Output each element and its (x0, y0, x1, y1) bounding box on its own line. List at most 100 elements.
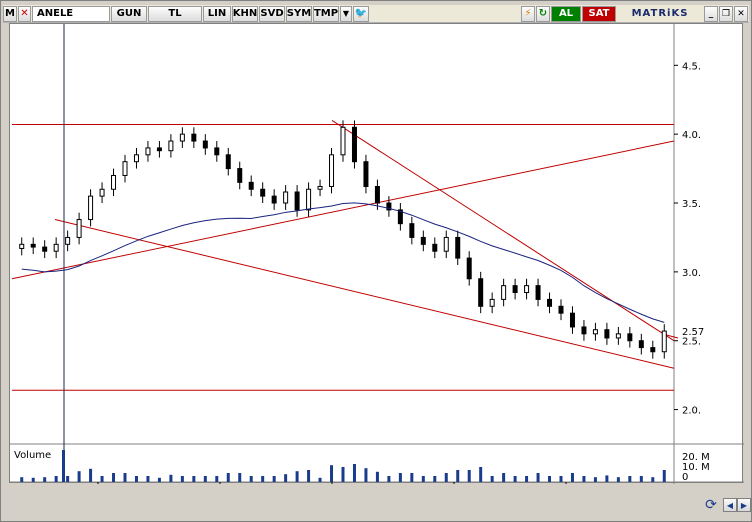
candle-body (489, 298, 495, 307)
volume-bar (284, 474, 288, 482)
scale-button[interactable]: LIN (203, 5, 231, 22)
khn-button[interactable]: KHN (232, 5, 258, 22)
template-dropdown-button[interactable]: ▼ (340, 5, 352, 22)
svd-button[interactable]: SVD (259, 5, 285, 22)
candle-body (409, 223, 415, 238)
falling-trend-line (54, 219, 675, 369)
candle-body (363, 161, 369, 187)
candle-body (260, 188, 266, 197)
candle-body (53, 243, 59, 252)
volume-bar (89, 468, 93, 482)
volume-bar (307, 470, 311, 482)
channel-top-line (331, 119, 675, 342)
candle-body (283, 191, 289, 204)
close-symbol-button[interactable]: ✕ (18, 5, 31, 22)
volume-bar (559, 476, 563, 482)
volume-bar (444, 473, 448, 482)
tmp-button[interactable]: TMP (313, 5, 339, 22)
volume-bar (330, 465, 334, 482)
y-tick-label: 2.0. (682, 406, 701, 417)
candle-body (443, 236, 449, 252)
volume-bar (479, 467, 483, 482)
chart-area[interactable]: 4.5. 4.0. 3.5. 3.0. 2.5. 2.0. 2.57 Volume 20. M1… (9, 23, 744, 484)
last-price-label: 2.57 (682, 327, 704, 338)
volume-bar (157, 477, 161, 482)
candle-body (340, 126, 346, 156)
volume-bar (112, 473, 116, 482)
candle-body (88, 195, 94, 221)
candle-body (168, 140, 174, 152)
candle-body (179, 133, 185, 142)
minimize-button[interactable]: _ (704, 5, 718, 22)
volume-bar (375, 471, 379, 482)
volume-bar (421, 476, 425, 482)
twitter-button[interactable]: 🐦 (353, 5, 369, 22)
menu-button[interactable]: M (3, 5, 17, 22)
candle-body (133, 154, 139, 163)
candle-body (512, 285, 518, 294)
candle-body (650, 347, 656, 353)
volume-bar (387, 476, 391, 482)
candle-body (30, 243, 36, 248)
candle-body (248, 181, 254, 190)
scroll-right-button[interactable]: ▶ (737, 498, 751, 512)
volume-bar (352, 464, 356, 482)
symbol-field[interactable]: ANELE (32, 5, 110, 22)
price-chart[interactable]: 4.5.4.0.3.5.3.0.2.5.2.0.2.57Volume 20. M1… (10, 24, 744, 484)
minimize-icon: _ (708, 8, 714, 19)
volume-bar (364, 468, 368, 482)
volume-axis-label: 0 (682, 472, 688, 483)
candle-body (627, 333, 633, 342)
volume-bar (651, 477, 655, 482)
volume-bar (295, 471, 299, 482)
candle-body (294, 191, 300, 211)
arrow-left-icon: ◀ (726, 500, 734, 510)
candle-body (592, 329, 598, 335)
volume-bar (43, 477, 47, 482)
volume-bar (318, 477, 322, 482)
candle-body (156, 147, 162, 152)
candle-body (191, 133, 197, 142)
candle-body (237, 168, 243, 183)
restore-button[interactable]: ❐ (719, 5, 733, 22)
volume-bar (66, 476, 70, 482)
refresh-data-button[interactable]: ↻ (536, 5, 550, 22)
alert-button[interactable]: ⚡ (521, 5, 535, 22)
candle-body (225, 154, 231, 170)
volume-bar (272, 476, 276, 482)
candle-body (202, 140, 208, 149)
candle-body (122, 161, 128, 176)
candle-body (615, 333, 621, 339)
volume-bar (261, 476, 265, 482)
volume-bar (341, 467, 345, 482)
sell-button[interactable]: SAT (582, 5, 616, 22)
currency-button[interactable]: TL (148, 5, 202, 22)
volume-bar (215, 476, 219, 482)
volume-bar (410, 473, 414, 482)
lightning-icon: ⚡ (524, 8, 532, 19)
volume-bar (146, 476, 150, 482)
volume-bar (180, 476, 184, 482)
volume-bar-spike (62, 450, 65, 482)
candle-body (111, 174, 117, 190)
sync-button[interactable]: ⟳ (702, 496, 720, 514)
restore-icon: ❐ (721, 8, 731, 19)
buy-button[interactable]: AL (551, 5, 581, 22)
candle-body (547, 298, 553, 307)
sym-button[interactable]: SYM (286, 5, 312, 22)
candle-body (99, 188, 105, 197)
scroll-left-button[interactable]: ◀ (723, 498, 737, 512)
candle-body (558, 305, 564, 314)
volume-bar (548, 476, 552, 482)
candle-body (455, 236, 461, 259)
volume-bar (77, 471, 81, 482)
candle-body (466, 257, 472, 280)
window-close-button[interactable]: ✕ (734, 5, 748, 22)
volume-bar (169, 474, 173, 482)
volume-bar (525, 476, 529, 482)
candle-body (501, 285, 507, 300)
candle-body (535, 285, 541, 300)
window-close-icon: ✕ (737, 8, 745, 19)
volume-bar (456, 470, 460, 482)
period-button[interactable]: GUN (111, 5, 147, 22)
